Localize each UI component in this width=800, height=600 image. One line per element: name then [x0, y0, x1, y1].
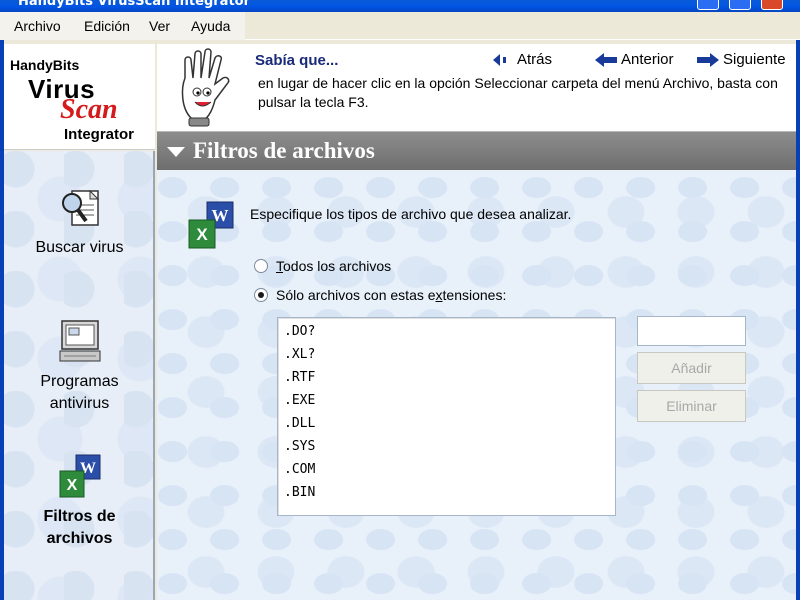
tip-panel: Sabía que... Atrás Anterior Siguiente en…	[157, 44, 796, 132]
filters-panel: W X Especifique los tipos de archivo que…	[157, 170, 796, 600]
extensions-list[interactable]: .DO? .XL? .RTF .EXE .DLL .SYS .COM .BIN	[277, 317, 616, 516]
previous-link[interactable]: Anterior	[595, 51, 674, 68]
sidebar-item-label: Programas	[40, 373, 119, 390]
section-header[interactable]: Filtros de archivos	[157, 132, 796, 170]
extension-input[interactable]	[637, 316, 746, 346]
sidebar-item-label: antivirus	[49, 395, 110, 412]
menu-edicion[interactable]: Edición	[84, 18, 130, 34]
next-label: Siguiente	[723, 51, 786, 68]
logo-handybits: HandyBits	[10, 57, 80, 73]
logo-scan: Scan	[60, 94, 118, 125]
back-link[interactable]: Atrás	[493, 51, 552, 68]
menu-bar: Archivo Edición Ver Ayuda	[0, 12, 800, 40]
add-button[interactable]: Añadir	[637, 352, 746, 384]
word-excel-icon: W X	[188, 201, 234, 249]
word-excel-icon: W X	[59, 454, 101, 498]
next-link[interactable]: Siguiente	[697, 51, 786, 68]
sidebar-item-buscar-virus[interactable]: Buscar virus	[4, 185, 155, 265]
all-files-radio[interactable]	[254, 259, 268, 273]
magnifier-document-icon	[62, 189, 100, 226]
list-item[interactable]: .DO?	[284, 324, 315, 340]
sidebar-item-filtros-de-archivos[interactable]: W X Filtros de archivos	[4, 453, 155, 553]
list-item[interactable]: .SYS	[284, 439, 315, 455]
window-title: HandyBits VirusScan Integrator	[18, 0, 251, 9]
menu-archivo[interactable]: Archivo	[14, 18, 61, 34]
tip-heading: Sabía que...	[255, 52, 339, 69]
arrow-left-icon	[595, 53, 617, 68]
extensions-only-label[interactable]: Sólo archivos con estas extensiones:	[276, 287, 506, 303]
menu-ver[interactable]: Ver	[149, 18, 170, 34]
extensions-only-radio[interactable]	[254, 288, 268, 302]
minimize-button[interactable]	[697, 0, 719, 10]
all-files-label[interactable]: Todos los archivos	[276, 258, 391, 274]
sidebar-item-programas-antivirus[interactable]: Programas antivirus	[4, 317, 155, 417]
close-button[interactable]	[761, 0, 783, 10]
previous-label: Anterior	[621, 51, 674, 68]
list-item[interactable]: .COM	[284, 462, 315, 478]
list-item[interactable]: .BIN	[284, 485, 315, 501]
menu-ayuda[interactable]: Ayuda	[191, 18, 230, 34]
sidebar-item-label: Filtros de	[43, 508, 116, 525]
hand-mascot-icon	[181, 48, 230, 127]
list-item[interactable]: .XL?	[284, 347, 315, 363]
arrow-right-icon	[697, 53, 719, 68]
tip-text: en lugar de hacer clic en la opción Sele…	[258, 75, 778, 110]
filter-description: Especifique los tipos de archivo que des…	[250, 206, 572, 222]
svg-text:X: X	[67, 477, 78, 494]
list-item[interactable]: .EXE	[284, 393, 315, 409]
collapse-triangle-icon[interactable]	[167, 147, 185, 157]
back-arrow-icon	[493, 54, 506, 67]
section-title: Filtros de archivos	[193, 138, 375, 163]
maximize-button[interactable]	[729, 0, 751, 10]
back-label: Atrás	[517, 51, 553, 68]
list-item[interactable]: .RTF	[284, 370, 315, 386]
title-bar: HandyBits VirusScan Integrator	[0, 0, 800, 12]
app-logo: HandyBits Virus Scan Integrator	[4, 44, 155, 150]
sidebar-item-label: Buscar virus	[35, 239, 124, 256]
sidebar: Buscar virus Programas antivirus W X Fil…	[4, 151, 155, 600]
computer-icon	[59, 320, 101, 362]
remove-button[interactable]: Eliminar	[637, 390, 746, 422]
logo-integrator: Integrator	[64, 126, 135, 143]
list-item[interactable]: .DLL	[284, 416, 315, 432]
window-frame-right	[796, 40, 800, 600]
sidebar-item-label: archivos	[46, 530, 113, 547]
svg-text:X: X	[196, 225, 208, 244]
